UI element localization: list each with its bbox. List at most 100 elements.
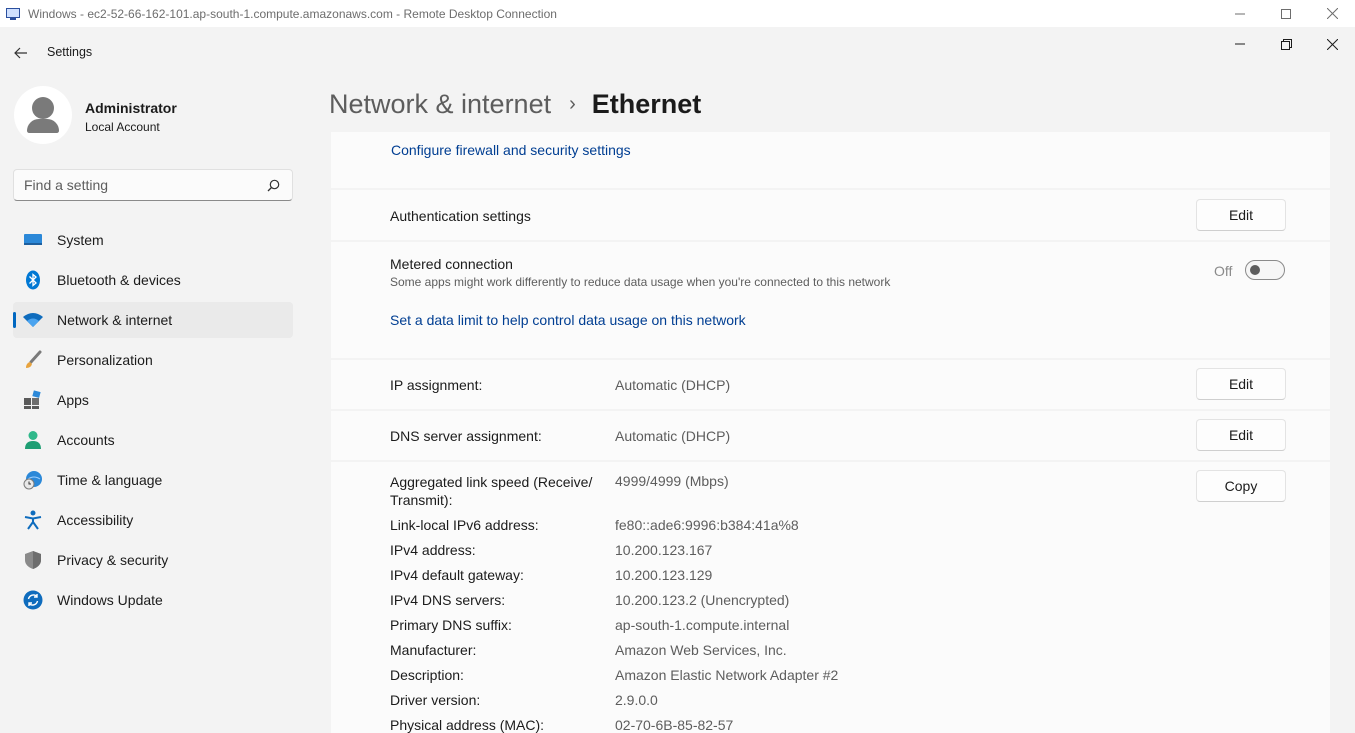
property-value: 10.200.123.129: [615, 567, 713, 583]
restore-button[interactable]: [1263, 27, 1309, 61]
sidebar-item-label: Network & internet: [57, 312, 173, 328]
apps-icon: [23, 390, 43, 410]
minimize-button[interactable]: [1217, 27, 1263, 61]
property-label: Driver version:: [390, 692, 481, 708]
dns-assignment-label: DNS server assignment:: [390, 428, 542, 444]
rdp-window-title: Windows - ec2-52-66-162-101.ap-south-1.c…: [28, 6, 557, 21]
back-button[interactable]: [8, 40, 34, 66]
paintbrush-icon: [23, 350, 43, 370]
property-value: fe80::ade6:9996:b384:41a%8: [615, 517, 799, 533]
copy-button[interactable]: Copy: [1196, 470, 1286, 502]
sidebar-item-accessibility[interactable]: Accessibility: [13, 502, 293, 538]
content-area: Configure firewall and security settings…: [331, 132, 1330, 733]
breadcrumb-separator: ›: [569, 92, 576, 115]
sidebar-item-label: Personalization: [57, 352, 153, 368]
sidebar-item-label: Bluetooth & devices: [57, 272, 181, 288]
dns-assignment-card: DNS server assignment: Automatic (DHCP) …: [331, 411, 1330, 460]
property-value: 10.200.123.2 (Unencrypted): [615, 592, 790, 608]
close-icon: [1326, 8, 1338, 19]
sidebar-item-apps[interactable]: Apps: [13, 382, 293, 418]
link-speed-label-continued: Transmit):: [390, 492, 453, 508]
sidebar-item-accounts[interactable]: Accounts: [13, 422, 293, 458]
ip-assignment-value: Automatic (DHCP): [615, 377, 731, 393]
settings-title-bar: Settings: [0, 27, 1355, 79]
metered-toggle-state: Off: [1214, 263, 1233, 279]
metered-connection-description: Some apps might work differently to redu…: [390, 275, 891, 289]
rdp-minimize-button[interactable]: [1217, 0, 1263, 27]
property-value: Amazon Web Services, Inc.: [615, 642, 787, 658]
dns-assignment-value: Automatic (DHCP): [615, 428, 731, 444]
search-box[interactable]: [13, 169, 293, 201]
sidebar-nav: System Bluetooth & devices Network & int…: [13, 222, 293, 622]
maximize-icon: [1281, 8, 1291, 19]
property-label: Physical address (MAC):: [390, 717, 545, 733]
property-label: IPv4 default gateway:: [390, 567, 524, 583]
sidebar-item-label: Accounts: [57, 432, 115, 448]
sidebar-item-privacy-security[interactable]: Privacy & security: [13, 542, 293, 578]
close-button[interactable]: [1309, 27, 1355, 61]
search-icon[interactable]: [267, 179, 280, 192]
metered-connection-toggle[interactable]: [1245, 260, 1285, 280]
search-input[interactable]: [24, 177, 254, 193]
update-icon: [23, 590, 43, 610]
property-label: Link-local IPv6 address:: [390, 517, 539, 533]
ip-assignment-card: IP assignment: Automatic (DHCP) Edit: [331, 360, 1330, 409]
auth-settings-label: Authentication settings: [390, 208, 531, 224]
sidebar-item-label: Time & language: [57, 472, 163, 488]
ip-edit-button[interactable]: Edit: [1196, 368, 1286, 400]
property-label: Primary DNS suffix:: [390, 617, 512, 633]
breadcrumb: Network & internet › Ethernet: [329, 86, 701, 122]
restore-icon: [1280, 38, 1292, 50]
data-limit-link[interactable]: Set a data limit to help control data us…: [390, 312, 746, 328]
auth-settings-card: Authentication settings Edit: [331, 190, 1330, 240]
page-title: Ethernet: [591, 88, 702, 119]
property-label: Description:: [390, 667, 464, 683]
link-speed-value: 4999/4999 (Mbps): [615, 473, 729, 489]
property-label: IPv4 address:: [390, 542, 476, 558]
shield-icon: [23, 550, 43, 570]
property-value: Amazon Elastic Network Adapter #2: [615, 667, 839, 683]
app-title: Settings: [47, 45, 93, 59]
properties-card: Aggregated link speed (Receive/ Transmit…: [331, 462, 1330, 733]
sidebar-item-time-language[interactable]: Time & language: [13, 462, 293, 498]
property-value: 02-70-6B-85-82-57: [615, 717, 734, 733]
minimize-icon: [1235, 13, 1245, 14]
person-icon: [23, 430, 43, 450]
profile-name: Administrator: [85, 100, 177, 116]
sidebar-item-windows-update[interactable]: Windows Update: [13, 582, 293, 618]
sidebar-item-label: Apps: [57, 392, 89, 408]
firewall-card: Configure firewall and security settings: [331, 132, 1330, 188]
property-label: Manufacturer:: [390, 642, 477, 658]
metered-connection-label: Metered connection: [390, 256, 513, 272]
sidebar-item-personalization[interactable]: Personalization: [13, 342, 293, 378]
globe-clock-icon: [23, 470, 43, 490]
arrow-left-icon: [14, 47, 27, 59]
sidebar-item-network[interactable]: Network & internet: [13, 302, 293, 338]
sidebar-item-label: Accessibility: [57, 512, 134, 528]
ip-assignment-label: IP assignment:: [390, 377, 483, 393]
dns-edit-button[interactable]: Edit: [1196, 419, 1286, 451]
property-value: 2.9.0.0: [615, 692, 658, 708]
link-speed-label: Aggregated link speed (Receive/: [390, 474, 593, 490]
firewall-settings-link[interactable]: Configure firewall and security settings: [391, 142, 631, 158]
accessibility-icon: [23, 510, 43, 530]
property-value: ap-south-1.compute.internal: [615, 617, 790, 633]
bluetooth-icon: [23, 270, 43, 290]
rdp-maximize-button[interactable]: [1263, 0, 1309, 27]
profile-account-type: Local Account: [85, 120, 160, 134]
minimize-icon: [1235, 43, 1245, 45]
sidebar-item-bluetooth[interactable]: Bluetooth & devices: [13, 262, 293, 298]
sidebar-item-label: System: [57, 232, 104, 248]
sidebar-item-system[interactable]: System: [13, 222, 293, 258]
remote-desktop-icon: [6, 7, 22, 21]
rdp-title-bar: Windows - ec2-52-66-162-101.ap-south-1.c…: [0, 0, 1355, 27]
wifi-icon: [23, 310, 43, 330]
sidebar-item-label: Privacy & security: [57, 552, 169, 568]
rdp-close-button[interactable]: [1309, 0, 1355, 27]
auth-edit-button[interactable]: Edit: [1196, 199, 1286, 231]
close-icon: [1326, 38, 1338, 50]
metered-connection-card: Metered connection Some apps might work …: [331, 242, 1330, 358]
user-profile[interactable]: Administrator Local Account: [14, 86, 294, 146]
breadcrumb-parent[interactable]: Network & internet: [329, 89, 551, 120]
property-value: 10.200.123.167: [615, 542, 713, 558]
